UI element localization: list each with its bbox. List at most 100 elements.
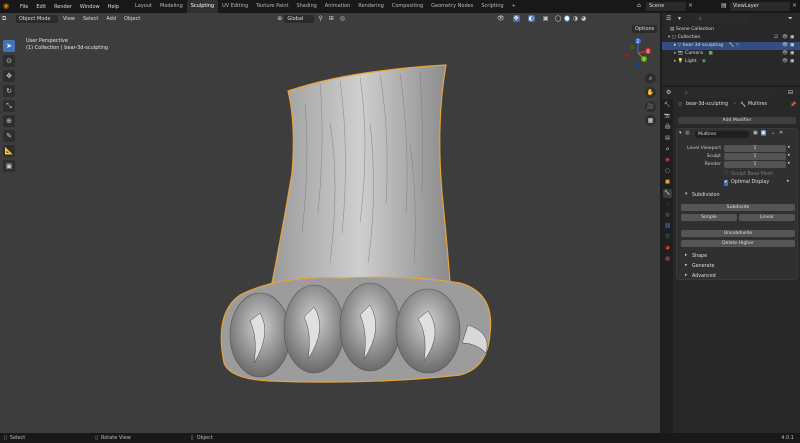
modifier-tab-icon[interactable]: 🔧	[663, 189, 672, 198]
edit-mode-toggle-icon[interactable]: ▣	[753, 130, 758, 136]
eye-icon[interactable]: 👁	[782, 34, 788, 42]
particles-tab-icon[interactable]: ∴	[663, 200, 672, 209]
properties-editor-icon[interactable]: ⚙	[666, 89, 671, 96]
output-tab-icon[interactable]: 🖨	[663, 123, 672, 132]
optimal-display-checkbox[interactable]: ✔	[724, 180, 728, 186]
bear-paw-sculpt[interactable]	[210, 63, 500, 393]
tab-geometry-nodes[interactable]: Geometry Nodes	[427, 0, 477, 13]
outliner-search-input[interactable]: ⌕	[696, 15, 750, 24]
subdivision-section-header[interactable]: Subdivision	[692, 192, 720, 199]
tab-sculpting[interactable]: Sculpting	[186, 0, 219, 13]
subdivide-button[interactable]: Subdivide	[681, 204, 795, 211]
outliner-editor-icon[interactable]: ☰	[666, 15, 671, 22]
expand-arrow-icon[interactable]: ▾	[668, 35, 670, 40]
add-modifier-button[interactable]: Add Modifier	[678, 117, 796, 124]
advanced-section-header[interactable]: Advanced	[692, 273, 716, 280]
tab-animation[interactable]: Animation	[321, 0, 355, 13]
simple-button[interactable]: Simple	[681, 214, 737, 221]
stepper-arrow-icon[interactable]: ▸	[788, 145, 790, 150]
mode-dropdown[interactable]: Object Mode	[16, 14, 58, 23]
expand-arrow-icon[interactable]: ▸	[674, 51, 676, 56]
pin-icon[interactable]: ⊟	[788, 89, 793, 96]
pin-icon[interactable]: 📌	[790, 102, 796, 108]
stepper-arrow-icon[interactable]: ▸	[788, 153, 790, 158]
camera-render-icon[interactable]: ▣	[790, 34, 794, 42]
stepper-arrow-icon[interactable]: ▸	[788, 161, 790, 166]
menu-select[interactable]: Select	[80, 16, 101, 22]
world-tab-icon[interactable]: ◉	[663, 156, 672, 165]
expand-arrow-icon[interactable]: ▸	[685, 273, 687, 278]
generate-section-header[interactable]: Generate	[692, 263, 714, 270]
funnel-icon[interactable]: ⏷	[788, 15, 793, 23]
collapse-arrow-icon[interactable]: ▾	[685, 192, 687, 197]
object-tab-icon[interactable]: ■	[663, 178, 672, 187]
outliner-row[interactable]: ▾ ▢ Collection ☑ 👁 ▣	[662, 34, 800, 42]
tab-texture-paint[interactable]: Texture Paint	[252, 0, 292, 13]
expand-arrow-icon[interactable]: ▸	[674, 59, 676, 64]
menu-window[interactable]: Window	[76, 4, 104, 10]
scene-icon[interactable]: ⌂	[637, 2, 641, 9]
expand-arrow-icon[interactable]: ▸	[685, 263, 687, 268]
tool-tab-icon[interactable]: 🔨	[663, 101, 672, 110]
menu-help[interactable]: Help	[104, 4, 123, 10]
sculpt-base-mesh-checkbox[interactable]: ☐	[724, 171, 728, 176]
annotate-tool-icon[interactable]: ✎	[3, 130, 15, 142]
scene-selector[interactable]: Scene	[646, 2, 686, 11]
overlay-toggle-icon[interactable]: ◐	[527, 15, 535, 22]
eye-icon[interactable]: 👁	[782, 58, 788, 66]
menu-file[interactable]: File	[16, 4, 32, 10]
outliner-row[interactable]: ▤ Scene Collection	[662, 26, 800, 34]
render-tab-icon[interactable]: 📷	[663, 112, 672, 121]
modifier-name-field[interactable]: Multires	[695, 131, 749, 138]
perspective-grid-icon[interactable]: ▦	[645, 115, 656, 126]
proportional-edit-icon[interactable]: ◎	[340, 15, 345, 22]
camera-render-icon[interactable]: ▣	[790, 50, 794, 58]
menu-object[interactable]: Object	[121, 16, 143, 22]
camera-data-icon[interactable]: ■	[708, 51, 712, 56]
tab-compositing[interactable]: Compositing	[388, 0, 427, 13]
pan-hand-icon[interactable]: ✋	[645, 87, 656, 98]
tab-rendering[interactable]: Rendering	[354, 0, 388, 13]
editor-type-icon[interactable]: ⧉	[2, 15, 14, 23]
zoom-icon[interactable]: ⌕	[645, 73, 656, 84]
shape-section-header[interactable]: Shape	[692, 253, 707, 260]
cursor-tool-icon[interactable]: ⊙	[3, 55, 15, 67]
sculpt-field[interactable]: 1	[724, 153, 786, 160]
add-workspace-button[interactable]: +	[508, 0, 520, 13]
rotate-tool-icon[interactable]: ↻	[3, 85, 15, 97]
tab-modeling[interactable]: Modeling	[156, 0, 187, 13]
transform-orientation-icon[interactable]: ⊕	[277, 15, 282, 22]
select-tool-icon[interactable]: ➤	[3, 40, 15, 52]
navigation-gizmo[interactable]: Z X Y	[622, 37, 654, 69]
physics-tab-icon[interactable]: ◎	[663, 211, 672, 220]
add-cube-tool-icon[interactable]: ▣	[3, 160, 15, 172]
tab-uv-editing[interactable]: UV Editing	[218, 0, 252, 13]
constraints-tab-icon[interactable]: ⛓	[663, 222, 672, 231]
viewport-toggle-icon[interactable]: ▣	[761, 130, 766, 136]
tab-layout[interactable]: Layout	[131, 0, 156, 13]
visibility-icon[interactable]: 👁	[497, 15, 505, 22]
camera-render-icon[interactable]: ▣	[790, 58, 794, 66]
collapse-arrow-icon[interactable]: ▾	[679, 130, 682, 136]
linear-button[interactable]: Linear	[739, 214, 795, 221]
dropdown-arrow-icon[interactable]: ⌄	[771, 130, 775, 136]
modifier-wrench-icon[interactable]: 🔧	[729, 43, 735, 48]
close-icon[interactable]: ✕	[688, 2, 693, 9]
data-tab-icon[interactable]: ▽	[663, 233, 672, 242]
snap-icon[interactable]: ⊞	[329, 15, 334, 22]
menu-render[interactable]: Render	[50, 4, 76, 10]
shading-rendered-icon[interactable]: ◕	[581, 15, 586, 22]
menu-view[interactable]: View	[60, 16, 78, 22]
outliner-row[interactable]: ▸ ▽ bear-3d-sculpting 🔧 ▽ 👁 ▣	[662, 42, 800, 50]
mesh-data-icon[interactable]: ▽	[736, 43, 740, 48]
gizmo-toggle-icon[interactable]: ✥	[512, 15, 520, 22]
blender-logo-icon[interactable]: ◉	[3, 2, 13, 11]
outliner-row[interactable]: ▸ 💡 Light ◉ 👁 ▣	[662, 58, 800, 66]
collection-tab-icon[interactable]: ▢	[663, 167, 672, 176]
shading-solid-icon[interactable]: ●	[564, 15, 570, 22]
menu-edit[interactable]: Edit	[32, 4, 50, 10]
level-viewport-field[interactable]: 1	[724, 145, 786, 152]
light-data-icon[interactable]: ◉	[702, 59, 706, 64]
measure-tool-icon[interactable]: 📐	[3, 145, 15, 157]
render-field[interactable]: 1	[724, 161, 786, 168]
